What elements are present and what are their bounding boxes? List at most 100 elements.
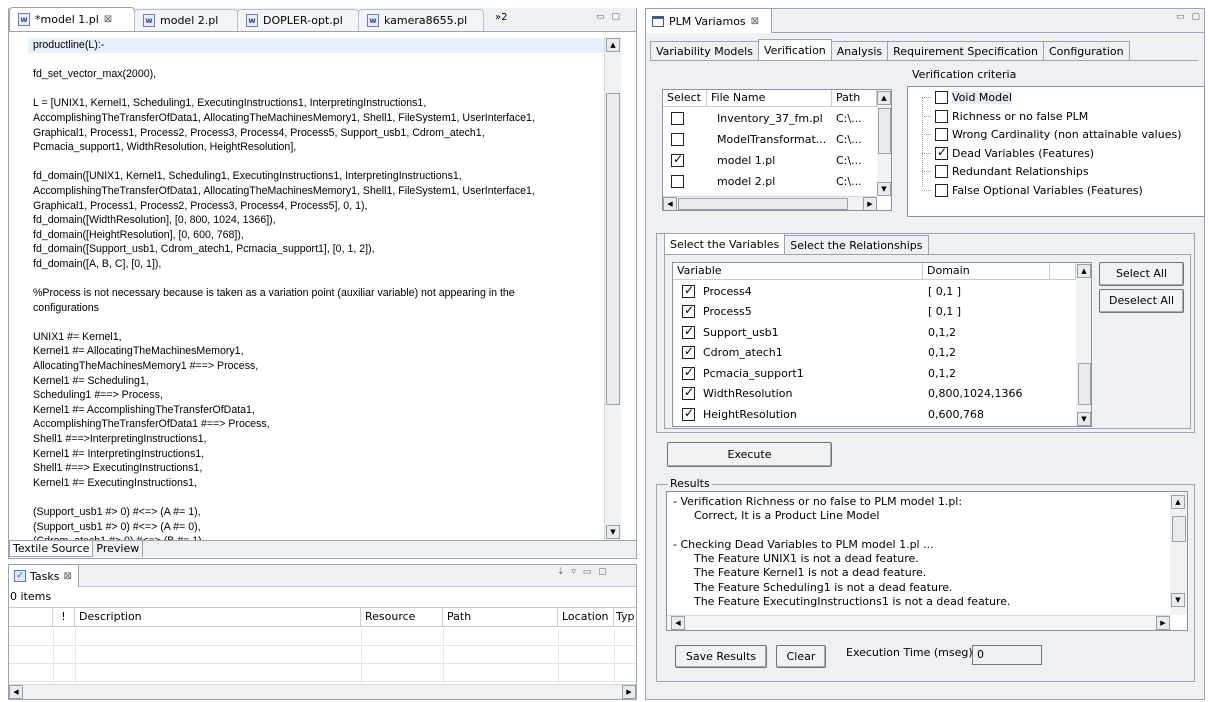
file-select-checkbox[interactable] — [671, 132, 684, 146]
criteria-checkbox[interactable] — [935, 91, 948, 104]
tab-select-variables[interactable]: Select the Variables — [664, 233, 786, 255]
execute-button[interactable]: Execute — [667, 442, 832, 467]
variable-row[interactable]: WidthResolution 0,800,1024,1366 — [673, 384, 1074, 404]
scroll-right-icon[interactable]: ▶ — [622, 685, 636, 699]
variable-checkbox[interactable] — [682, 406, 695, 421]
scroll-up-icon[interactable]: ▲ — [606, 38, 620, 52]
deselect-all-button[interactable]: Deselect All — [1099, 289, 1184, 313]
tab-dopler[interactable]: w DOPLER-opt.pl — [237, 9, 359, 31]
scroll-up-icon[interactable]: ▲ — [877, 91, 891, 105]
tab-overflow-button[interactable]: »2 — [495, 9, 507, 31]
file-row[interactable]: model 2.pl C:\... — [663, 171, 875, 191]
variable-checkbox[interactable] — [682, 344, 695, 359]
criteria-item[interactable]: Void Model — [922, 91, 1012, 104]
variable-checkbox[interactable] — [682, 324, 695, 339]
tab-requirement-specification[interactable]: Requirement Specification — [887, 41, 1044, 61]
select-all-button[interactable]: Select All — [1099, 262, 1184, 286]
clear-button[interactable]: Clear — [776, 645, 826, 668]
criteria-item[interactable]: Wrong Cardinality (non attainable values… — [922, 128, 1182, 141]
criteria-checkbox[interactable] — [935, 165, 948, 178]
file-row[interactable]: model 1.pl C:\... — [663, 150, 875, 170]
code-editor[interactable]: productline(L):- fd_set_vector_max(2000),… — [33, 38, 593, 549]
tab-model1[interactable]: w *model 1.pl ⊠ — [9, 7, 135, 31]
plm-window-controls[interactable]: ▭ ▢ — [1176, 12, 1202, 22]
save-results-button[interactable]: Save Results — [675, 645, 767, 668]
tab-variability-models[interactable]: Variability Models — [650, 41, 759, 61]
variable-row[interactable]: Process4 [ 0,1 ] — [673, 281, 1074, 301]
scroll-left-icon[interactable]: ◀ — [671, 616, 685, 630]
variable-checkbox[interactable] — [682, 385, 695, 400]
tasks-tab[interactable]: ✓ Tasks ⊠ — [9, 565, 79, 587]
criteria-item[interactable]: Richness or no false PLM — [922, 109, 1088, 123]
tab-kamera[interactable]: w kamera8655.pl — [358, 9, 484, 31]
criteria-item[interactable]: Redundant Relationships — [922, 165, 1089, 178]
variable-row[interactable]: Cdrom_atech1 0,1,2 — [673, 343, 1074, 363]
col-path[interactable]: Path — [832, 90, 877, 107]
exec-time-field[interactable]: 0 — [972, 645, 1042, 665]
results-hscrollbar[interactable]: ◀ ▶ — [667, 615, 1170, 630]
close-icon[interactable]: ⊠ — [63, 571, 71, 582]
tab-select-relationships[interactable]: Select the Relationships — [784, 235, 929, 255]
variables-vscrollbar[interactable]: ▲ ▼ — [1076, 263, 1091, 426]
criteria-item[interactable]: False Optional Variables (Features) — [922, 183, 1143, 197]
close-icon[interactable]: ⊠ — [104, 14, 112, 25]
col-location[interactable]: Location — [558, 608, 614, 626]
file-select-checkbox[interactable] — [671, 111, 684, 125]
criteria-checkbox[interactable] — [935, 128, 948, 141]
scroll-up-icon[interactable]: ▲ — [1171, 495, 1185, 509]
plm-view-tab[interactable]: PLM Variamos ⊠ — [646, 9, 772, 33]
tab-preview[interactable]: Preview — [93, 541, 144, 557]
results-vscrollbar[interactable]: ▲ ▼ — [1170, 492, 1187, 615]
tab-model2[interactable]: w model 2.pl — [134, 9, 238, 31]
file-select-checkbox[interactable] — [671, 174, 684, 188]
scroll-left-icon[interactable]: ◀ — [9, 685, 23, 699]
scroll-up-icon[interactable]: ▲ — [1077, 264, 1091, 278]
criteria-checkbox[interactable] — [935, 183, 948, 197]
scroll-thumb[interactable] — [606, 93, 620, 405]
variable-checkbox[interactable] — [682, 283, 695, 298]
scroll-left-icon[interactable]: ◀ — [663, 197, 677, 210]
col-priority[interactable]: ! — [53, 608, 75, 626]
results-textarea[interactable]: - Verification Richness or no false to P… — [666, 491, 1188, 631]
scroll-down-icon[interactable]: ▼ — [1077, 412, 1091, 426]
scroll-down-icon[interactable]: ▼ — [877, 182, 891, 196]
col-domain[interactable]: Domain — [923, 263, 1050, 280]
editor-scrollbar[interactable]: ▲ ▼ — [604, 37, 621, 540]
variable-row[interactable]: HeightResolution 0,600,768 — [673, 404, 1074, 424]
tasks-hscrollbar[interactable]: ◀ ▶ — [9, 684, 636, 699]
editor-window-controls[interactable]: ▭ ▢ — [596, 12, 622, 22]
col-type[interactable]: Typ — [614, 608, 636, 626]
tab-configuration[interactable]: Configuration — [1042, 41, 1130, 61]
col-select[interactable]: Select — [663, 90, 707, 107]
scroll-right-icon[interactable]: ▶ — [863, 197, 877, 210]
criteria-checkbox[interactable] — [935, 145, 948, 160]
tasks-window-controls[interactable]: ⇣ ▿ ▭ ▢ — [557, 567, 609, 577]
col-file-name[interactable]: File Name — [707, 90, 832, 107]
scroll-thumb[interactable] — [1078, 363, 1091, 405]
scroll-thumb[interactable] — [1172, 516, 1186, 542]
col-path[interactable]: Path — [443, 608, 558, 626]
close-icon[interactable]: ⊠ — [751, 16, 759, 27]
tab-verification[interactable]: Verification — [757, 39, 832, 61]
tab-textile-source[interactable]: Textile Source — [9, 541, 94, 557]
col-resource[interactable]: Resource — [361, 608, 443, 626]
scroll-right-icon[interactable]: ▶ — [1156, 616, 1170, 630]
scroll-thumb[interactable] — [878, 108, 891, 154]
variable-checkbox[interactable] — [682, 365, 695, 380]
file-select-checkbox[interactable] — [671, 152, 684, 167]
file-row[interactable]: ModelTransformat... C:\... — [663, 129, 875, 149]
scroll-thumb[interactable] — [678, 198, 848, 210]
variable-row[interactable]: Support_usb1 0,1,2 — [673, 322, 1074, 342]
criteria-item[interactable]: Dead Variables (Features) — [922, 145, 1094, 160]
files-hscrollbar[interactable]: ◀ ▶ — [663, 196, 877, 210]
col-sort[interactable] — [9, 608, 53, 626]
variable-row[interactable]: Pcmacia_support1 0,1,2 — [673, 363, 1074, 383]
scroll-down-icon[interactable]: ▼ — [1171, 593, 1185, 607]
col-description[interactable]: Description — [75, 608, 361, 626]
col-variable[interactable]: Variable — [673, 263, 923, 280]
file-row[interactable]: Inventory_37_fm.pl C:\... — [663, 108, 875, 128]
criteria-checkbox[interactable] — [935, 109, 948, 123]
variable-checkbox[interactable] — [682, 303, 695, 318]
tab-analysis[interactable]: Analysis — [830, 41, 889, 61]
files-vscrollbar[interactable]: ▲ ▼ — [877, 90, 891, 196]
